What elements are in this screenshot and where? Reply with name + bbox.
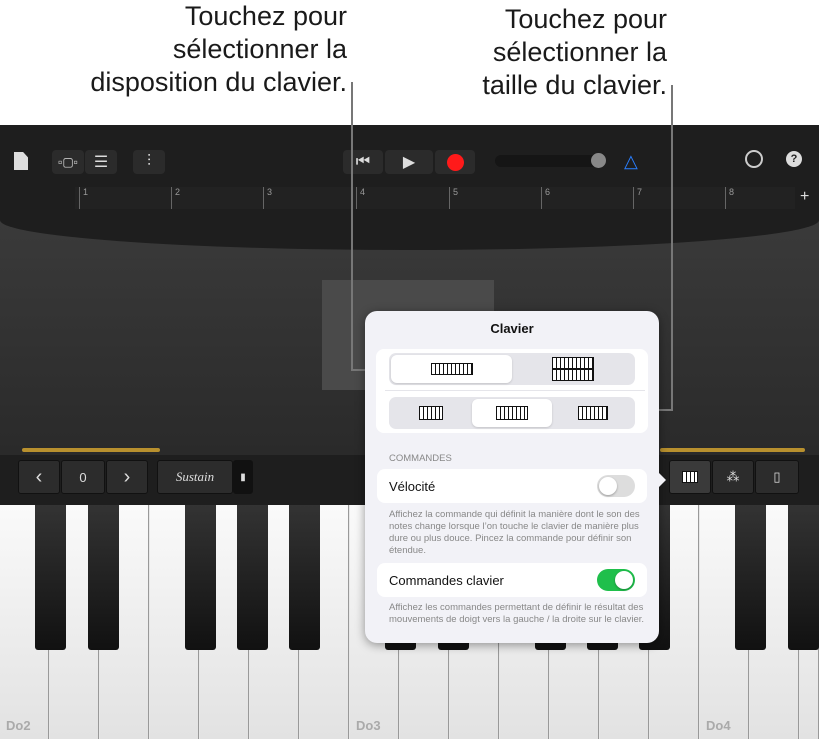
note-label: Do3 bbox=[356, 718, 381, 733]
callout-size: Touchez pour sélectionner la taille du cla… bbox=[482, 3, 667, 102]
velocity-toggle[interactable] bbox=[597, 475, 635, 497]
slider-icon: ▯ bbox=[773, 469, 781, 484]
tracks-icon: ☰ bbox=[93, 154, 109, 171]
black-key[interactable] bbox=[237, 505, 268, 650]
black-key[interactable] bbox=[735, 505, 766, 650]
document-icon[interactable] bbox=[14, 152, 28, 170]
popover-title: Clavier bbox=[490, 321, 534, 336]
divider bbox=[385, 390, 645, 391]
bar-number: 4 bbox=[356, 187, 365, 209]
browser-button[interactable]: ▫▢▫ bbox=[52, 150, 84, 174]
bar-number: 8 bbox=[725, 187, 734, 209]
popover-arrow bbox=[657, 471, 666, 489]
keyboard-controls-button[interactable]: ▯ bbox=[755, 460, 799, 494]
play-button[interactable]: ▶ bbox=[385, 150, 433, 174]
bar-number: 6 bbox=[541, 187, 550, 209]
timeline-ruler[interactable]: 1 2 3 4 5 6 7 8 bbox=[75, 187, 795, 209]
note-label: Do4 bbox=[706, 718, 731, 733]
callout-line: disposition du clavier. bbox=[90, 67, 347, 97]
black-key[interactable] bbox=[788, 505, 819, 650]
double-keyboard-icon bbox=[551, 357, 594, 381]
help-icon[interactable]: ? bbox=[786, 151, 802, 167]
gold-trim bbox=[660, 448, 805, 452]
tracks-button[interactable]: ☰ bbox=[85, 150, 117, 174]
black-key[interactable] bbox=[88, 505, 119, 650]
volume-slider[interactable] bbox=[495, 153, 606, 168]
bar-number: 7 bbox=[633, 187, 642, 209]
sustain-button[interactable]: Sustain bbox=[157, 460, 233, 494]
callout-line: Touchez pour bbox=[184, 1, 347, 31]
large-keys-option[interactable] bbox=[552, 399, 633, 427]
metronome-icon[interactable]: △ bbox=[624, 151, 638, 172]
black-key[interactable] bbox=[35, 505, 66, 650]
keyboard-popover: Clavier COMMANDES Vélocité Affichez la c… bbox=[365, 311, 659, 643]
velocity-help: Affichez la commande qui définit la mani… bbox=[389, 509, 640, 556]
large-keys-icon bbox=[577, 406, 608, 420]
black-key[interactable] bbox=[185, 505, 216, 650]
small-keys-option[interactable] bbox=[391, 399, 472, 427]
callout-line: Touchez pour bbox=[504, 4, 667, 34]
gold-trim bbox=[22, 448, 160, 452]
add-section-button[interactable]: + bbox=[800, 188, 809, 206]
callout-line: sélectionner la bbox=[172, 34, 347, 64]
single-keyboard-option[interactable] bbox=[391, 355, 512, 383]
octave-up-button[interactable]: › bbox=[106, 460, 148, 494]
velocity-row: Vélocité bbox=[377, 469, 647, 503]
small-keys-icon bbox=[419, 406, 444, 420]
record-icon bbox=[446, 153, 464, 171]
bar-number: 5 bbox=[449, 187, 458, 209]
octave-value: 0 bbox=[61, 460, 105, 494]
single-keyboard-icon bbox=[430, 363, 473, 375]
octave-down-button[interactable]: ‹ bbox=[18, 460, 60, 494]
sustain-lock-icon[interactable]: ▮ bbox=[233, 460, 253, 494]
medium-keys-icon bbox=[496, 406, 528, 420]
velocity-label: Vélocité bbox=[389, 478, 436, 494]
keyboard-controls-help: Affichez les commandes permettant de déf… bbox=[389, 602, 645, 625]
callout-line: sélectionner la bbox=[492, 37, 667, 67]
browser-icon: ▫▢▫ bbox=[58, 155, 78, 169]
callout-line: taille du clavier. bbox=[482, 70, 667, 100]
double-keyboard-option[interactable] bbox=[512, 355, 633, 383]
mixer-icon: ⫶ bbox=[146, 153, 151, 170]
keyboard-layout-button[interactable] bbox=[669, 460, 711, 494]
go-to-start-button[interactable]: ⏮ bbox=[343, 150, 383, 174]
play-icon: ▶ bbox=[402, 154, 416, 171]
keyboard-controls-label: Commandes clavier bbox=[389, 572, 504, 588]
black-key[interactable] bbox=[289, 505, 320, 650]
volume-knob[interactable] bbox=[591, 153, 606, 168]
settings-icon[interactable] bbox=[745, 150, 763, 168]
bar-number: 2 bbox=[171, 187, 180, 209]
section-header: COMMANDES bbox=[389, 453, 452, 464]
record-button[interactable] bbox=[435, 150, 475, 174]
bar-number: 1 bbox=[79, 187, 88, 209]
keyboard-controls-row: Commandes clavier bbox=[377, 563, 647, 597]
layout-segmented-control[interactable] bbox=[389, 353, 635, 385]
piano-keys-icon bbox=[682, 471, 698, 483]
size-segmented-control[interactable] bbox=[389, 397, 635, 429]
callout-line bbox=[351, 82, 353, 370]
arpeggiator-icon: ⁂ bbox=[726, 469, 740, 484]
note-label: Do2 bbox=[6, 718, 31, 733]
keyboard-controls-toggle[interactable] bbox=[597, 569, 635, 591]
go-to-start-icon: ⏮ bbox=[355, 153, 371, 170]
bar-number: 3 bbox=[263, 187, 272, 209]
mixer-button[interactable]: ⫶ bbox=[133, 150, 165, 174]
arpeggiator-button[interactable]: ⁂ bbox=[712, 460, 754, 494]
callout-layout: Touchez pour sélectionner la disposition d… bbox=[90, 0, 347, 99]
medium-keys-option[interactable] bbox=[471, 399, 553, 427]
callout-line bbox=[671, 85, 673, 411]
